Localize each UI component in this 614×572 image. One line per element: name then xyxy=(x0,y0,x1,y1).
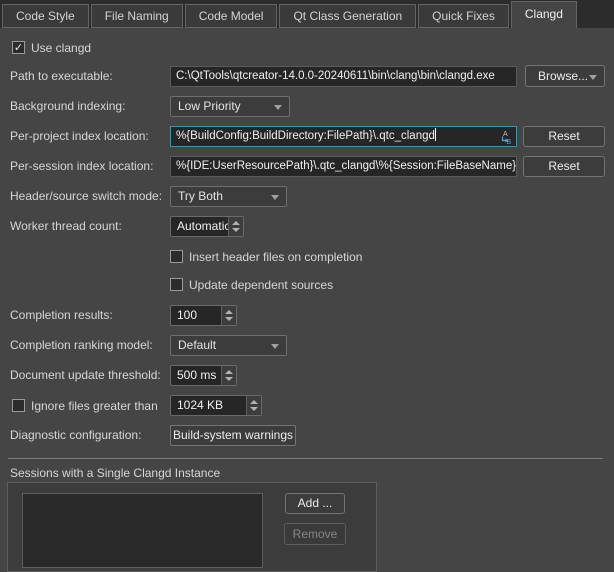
path-label: Path to executable: xyxy=(10,66,113,87)
dropdown-arrow-icon xyxy=(271,195,279,200)
browse-button-label: Browse... xyxy=(538,69,588,83)
ranking-model-label: Completion ranking model: xyxy=(10,335,153,356)
checkmark-icon: ✓ xyxy=(14,42,23,54)
spin-up-icon[interactable] xyxy=(250,400,258,404)
ignore-size-value: 1024 KB xyxy=(177,398,223,412)
spin-down-icon[interactable] xyxy=(250,407,258,411)
update-threshold-label: Document update threshold: xyxy=(10,365,161,386)
spinner-buttons[interactable] xyxy=(221,366,236,385)
spinner-buttons[interactable] xyxy=(221,306,236,325)
completion-results-spinner[interactable]: 100 xyxy=(170,305,237,326)
spin-up-icon[interactable] xyxy=(225,310,233,314)
diagnostic-config-label: Diagnostic configuration: xyxy=(10,425,141,446)
worker-threads-label: Worker thread count: xyxy=(10,216,122,237)
text-cursor xyxy=(435,128,436,141)
per-session-index-input[interactable]: %{IDE:UserResourcePath}\.qtc_clangd\%{Se… xyxy=(170,156,517,177)
completion-results-value: 100 xyxy=(177,308,197,322)
switch-mode-value: Try Both xyxy=(178,189,223,203)
add-button[interactable]: Add ... xyxy=(285,493,345,514)
svg-text:B: B xyxy=(507,139,512,145)
tab-bar: Code Style File Naming Code Model Qt Cla… xyxy=(0,0,614,28)
sessions-group-title: Sessions with a Single Clangd Instance xyxy=(10,463,220,484)
ranking-model-value: Default xyxy=(178,338,216,352)
spin-down-icon[interactable] xyxy=(232,228,240,232)
tab-qt-class-generation[interactable]: Qt Class Generation xyxy=(279,4,416,28)
spin-up-icon[interactable] xyxy=(225,370,233,374)
tab-code-style[interactable]: Code Style xyxy=(2,4,89,28)
dropdown-arrow-icon xyxy=(589,75,597,80)
spinner-buttons[interactable] xyxy=(228,217,243,236)
use-clangd-label: Use clangd xyxy=(31,41,91,55)
spinner-buttons[interactable] xyxy=(246,396,261,415)
update-threshold-value: 500 ms xyxy=(177,368,216,382)
tab-clangd[interactable]: Clangd xyxy=(511,1,577,28)
worker-thread-value: Automatic xyxy=(177,219,230,233)
use-clangd-checkbox[interactable]: ✓ xyxy=(12,41,25,54)
sessions-list[interactable] xyxy=(22,493,263,568)
ignore-files-checkbox[interactable] xyxy=(12,399,25,412)
update-dependent-checkbox[interactable] xyxy=(170,278,183,291)
ranking-model-select[interactable]: Default xyxy=(170,335,287,356)
diagnostic-config-button[interactable]: Build-system warnings xyxy=(170,425,296,446)
section-divider xyxy=(8,458,603,459)
background-indexing-select[interactable]: Low Priority xyxy=(170,96,290,117)
spin-down-icon[interactable] xyxy=(225,377,233,381)
variable-chooser-icon[interactable]: A B xyxy=(498,130,512,145)
background-indexing-value: Low Priority xyxy=(178,99,241,113)
worker-thread-spinner[interactable]: Automatic xyxy=(170,216,244,237)
per-session-index-label: Per-session index location: xyxy=(10,156,153,177)
tab-code-model[interactable]: Code Model xyxy=(185,4,278,28)
path-input[interactable]: C:\QtTools\qtcreator-14.0.0-20240611\bin… xyxy=(170,66,517,87)
background-indexing-label: Background indexing: xyxy=(10,96,125,117)
svg-text:A: A xyxy=(503,131,508,138)
per-project-index-input[interactable]: %{BuildConfig:BuildDirectory:FilePath}\.… xyxy=(170,126,517,147)
switch-mode-select[interactable]: Try Both xyxy=(170,186,287,207)
reset-per-project-button[interactable]: Reset xyxy=(523,126,605,147)
remove-button[interactable]: Remove xyxy=(284,523,346,545)
browse-button[interactable]: Browse... xyxy=(525,65,605,87)
reset-per-session-button[interactable]: Reset xyxy=(523,156,605,177)
tab-quick-fixes[interactable]: Quick Fixes xyxy=(418,4,509,28)
per-project-index-label: Per-project index location: xyxy=(10,126,149,147)
insert-header-checkbox[interactable] xyxy=(170,250,183,263)
spin-down-icon[interactable] xyxy=(225,317,233,321)
ignore-size-spinner[interactable]: 1024 KB xyxy=(170,395,262,416)
spin-up-icon[interactable] xyxy=(232,221,240,225)
insert-header-label: Insert header files on completion xyxy=(189,250,362,264)
switch-mode-label: Header/source switch mode: xyxy=(10,186,162,207)
dropdown-arrow-icon xyxy=(271,344,279,349)
tab-file-naming[interactable]: File Naming xyxy=(91,4,183,28)
update-dependent-label: Update dependent sources xyxy=(189,278,333,292)
completion-results-label: Completion results: xyxy=(10,305,113,326)
dropdown-arrow-icon xyxy=(274,105,282,110)
ignore-files-label: Ignore files greater than xyxy=(31,399,158,413)
per-project-index-value: %{BuildConfig:BuildDirectory:FilePath}\.… xyxy=(176,130,435,142)
update-threshold-spinner[interactable]: 500 ms xyxy=(170,365,237,386)
